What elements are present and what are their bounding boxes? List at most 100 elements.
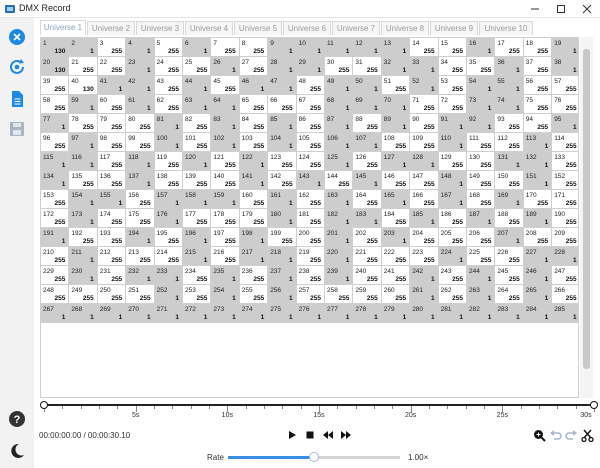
dmx-channel-cell[interactable]: 129 255: [438, 152, 467, 171]
dmx-channel-cell[interactable]: 274 1: [239, 304, 269, 323]
minimize-button[interactable]: [522, 0, 548, 18]
dmx-channel-cell[interactable]: 109 255: [410, 133, 439, 152]
dmx-channel-cell[interactable]: 200 255: [296, 228, 325, 247]
dmx-channel-cell[interactable]: 162 255: [296, 190, 325, 209]
dmx-channel-cell[interactable]: 263 1: [467, 285, 496, 304]
save-button[interactable]: [8, 120, 26, 138]
dmx-channel-cell[interactable]: 80 255: [126, 114, 155, 133]
dmx-channel-cell[interactable]: 30 255: [325, 57, 354, 76]
dmx-channel-cell[interactable]: 43 255: [154, 76, 183, 95]
dmx-channel-cell[interactable]: 159 1: [211, 190, 240, 209]
dmx-channel-cell[interactable]: 184 255: [381, 209, 411, 228]
dmx-channel-cell[interactable]: 212 255: [97, 247, 127, 266]
dmx-channel-cell[interactable]: 54 1: [467, 76, 496, 95]
dmx-channel-cell[interactable]: 127 1: [381, 152, 411, 171]
dmx-channel-cell[interactable]: 180 1: [268, 209, 297, 228]
dmx-channel-cell[interactable]: 259 255: [353, 285, 382, 304]
dmx-channel-cell[interactable]: 267 1: [41, 304, 70, 323]
dmx-channel-cell[interactable]: 48 255: [296, 76, 325, 95]
tab-universe-3[interactable]: Universe 3: [136, 21, 184, 35]
dmx-channel-cell[interactable]: 8 255: [239, 38, 269, 57]
dmx-channel-cell[interactable]: 216 255: [211, 247, 240, 266]
dmx-channel-cell[interactable]: 152 255: [552, 171, 578, 190]
dmx-channel-cell[interactable]: 174 255: [97, 209, 127, 228]
dmx-channel-cell[interactable]: 147 255: [410, 171, 439, 190]
dmx-channel-cell[interactable]: 101 255: [183, 133, 212, 152]
dmx-channel-cell[interactable]: 172 255: [41, 209, 70, 228]
dmx-channel-cell[interactable]: 198 1: [239, 228, 269, 247]
dmx-channel-cell[interactable]: 123 255: [268, 152, 297, 171]
dmx-channel-cell[interactable]: 136 255: [97, 171, 127, 190]
dmx-channel-cell[interactable]: 104 1: [268, 133, 297, 152]
dmx-channel-cell[interactable]: 13 1: [381, 38, 411, 57]
dmx-channel-cell[interactable]: 171 255: [552, 190, 578, 209]
dmx-channel-cell[interactable]: 186 255: [438, 209, 467, 228]
dmx-channel-cell[interactable]: 249 255: [69, 285, 98, 304]
dmx-channel-cell[interactable]: 268 1: [69, 304, 98, 323]
dmx-channel-cell[interactable]: 225 255: [467, 247, 496, 266]
dmx-channel-cell[interactable]: 244 1: [467, 266, 496, 285]
dmx-channel-cell[interactable]: 134 1: [41, 171, 70, 190]
dmx-channel-cell[interactable]: 76 255: [552, 95, 578, 114]
dmx-channel-cell[interactable]: 167 1: [438, 190, 467, 209]
dmx-channel-cell[interactable]: 280 1: [410, 304, 439, 323]
dmx-channel-cell[interactable]: 116 1: [69, 152, 98, 171]
dmx-channel-cell[interactable]: 67 255: [296, 95, 325, 114]
dmx-channel-cell[interactable]: 94 255: [523, 114, 553, 133]
dmx-channel-cell[interactable]: 284 1: [523, 304, 553, 323]
dmx-channel-cell[interactable]: 238 255: [296, 266, 325, 285]
dmx-channel-cell[interactable]: 18 255: [523, 38, 553, 57]
dmx-channel-cell[interactable]: 227 1: [523, 247, 553, 266]
dmx-channel-cell[interactable]: 124 255: [296, 152, 325, 171]
dmx-channel-cell[interactable]: 215 1: [183, 247, 212, 266]
dmx-channel-cell[interactable]: 148 1: [438, 171, 467, 190]
dmx-channel-cell[interactable]: 87 1: [325, 114, 354, 133]
dmx-channel-cell[interactable]: 151 1: [523, 171, 553, 190]
dmx-channel-cell[interactable]: 228 1: [552, 247, 578, 266]
dmx-channel-cell[interactable]: 56 255: [523, 76, 553, 95]
dmx-channel-cell[interactable]: 15 255: [438, 38, 467, 57]
timeline-start-handle[interactable]: [40, 401, 48, 409]
dmx-channel-cell[interactable]: 282 1: [467, 304, 496, 323]
dmx-channel-cell[interactable]: 19 1: [552, 38, 578, 57]
dmx-channel-cell[interactable]: 251 255: [126, 285, 155, 304]
dmx-channel-cell[interactable]: 99 255: [126, 133, 155, 152]
dmx-channel-cell[interactable]: 125 1: [325, 152, 354, 171]
dmx-channel-cell[interactable]: 199 255: [268, 228, 297, 247]
dmx-channel-cell[interactable]: 107 1: [353, 133, 382, 152]
dmx-channel-cell[interactable]: 185 1: [410, 209, 439, 228]
dmx-channel-cell[interactable]: 192 255: [69, 228, 98, 247]
dmx-channel-cell[interactable]: 114 255: [552, 133, 578, 152]
dmx-channel-cell[interactable]: 262 255: [438, 285, 467, 304]
dmx-channel-cell[interactable]: 3 255: [97, 38, 127, 57]
maximize-button[interactable]: [548, 0, 574, 18]
dmx-channel-cell[interactable]: 141 1: [239, 171, 269, 190]
dmx-channel-cell[interactable]: 213 255: [126, 247, 155, 266]
dmx-channel-cell[interactable]: 1 130: [41, 38, 70, 57]
dmx-channel-cell[interactable]: 264 255: [495, 285, 524, 304]
dmx-channel-cell[interactable]: 83 1: [211, 114, 240, 133]
dmx-channel-cell[interactable]: 137 1: [126, 171, 155, 190]
dmx-channel-cell[interactable]: 246 1: [523, 266, 553, 285]
dmx-channel-cell[interactable]: 235 1: [211, 266, 240, 285]
dmx-channel-cell[interactable]: 70 1: [381, 95, 411, 114]
dmx-channel-cell[interactable]: 278 1: [353, 304, 382, 323]
dmx-channel-cell[interactable]: 269 1: [97, 304, 127, 323]
dmx-channel-cell[interactable]: 69 1: [353, 95, 382, 114]
dmx-channel-cell[interactable]: 106 1: [325, 133, 354, 152]
theme-toggle-button[interactable]: [8, 442, 26, 460]
close-recording-button[interactable]: [8, 28, 26, 46]
dmx-channel-cell[interactable]: 28 1: [268, 57, 297, 76]
dmx-channel-cell[interactable]: 277 1: [325, 304, 354, 323]
tab-universe-6[interactable]: Universe 6: [283, 21, 331, 35]
dmx-channel-cell[interactable]: 21: [69, 38, 98, 57]
dmx-channel-cell[interactable]: 247 255: [552, 266, 578, 285]
dmx-channel-cell[interactable]: 194 1: [126, 228, 155, 247]
dmx-channel-cell[interactable]: 271 1: [154, 304, 183, 323]
dmx-channel-cell[interactable]: 57 255: [552, 76, 578, 95]
dmx-channel-cell[interactable]: 82 255: [183, 114, 212, 133]
dmx-channel-cell[interactable]: 222 255: [381, 247, 411, 266]
dmx-channel-cell[interactable]: 17 255: [495, 38, 524, 57]
dmx-channel-cell[interactable]: 279 1: [381, 304, 411, 323]
dmx-channel-cell[interactable]: 239 1: [325, 266, 354, 285]
